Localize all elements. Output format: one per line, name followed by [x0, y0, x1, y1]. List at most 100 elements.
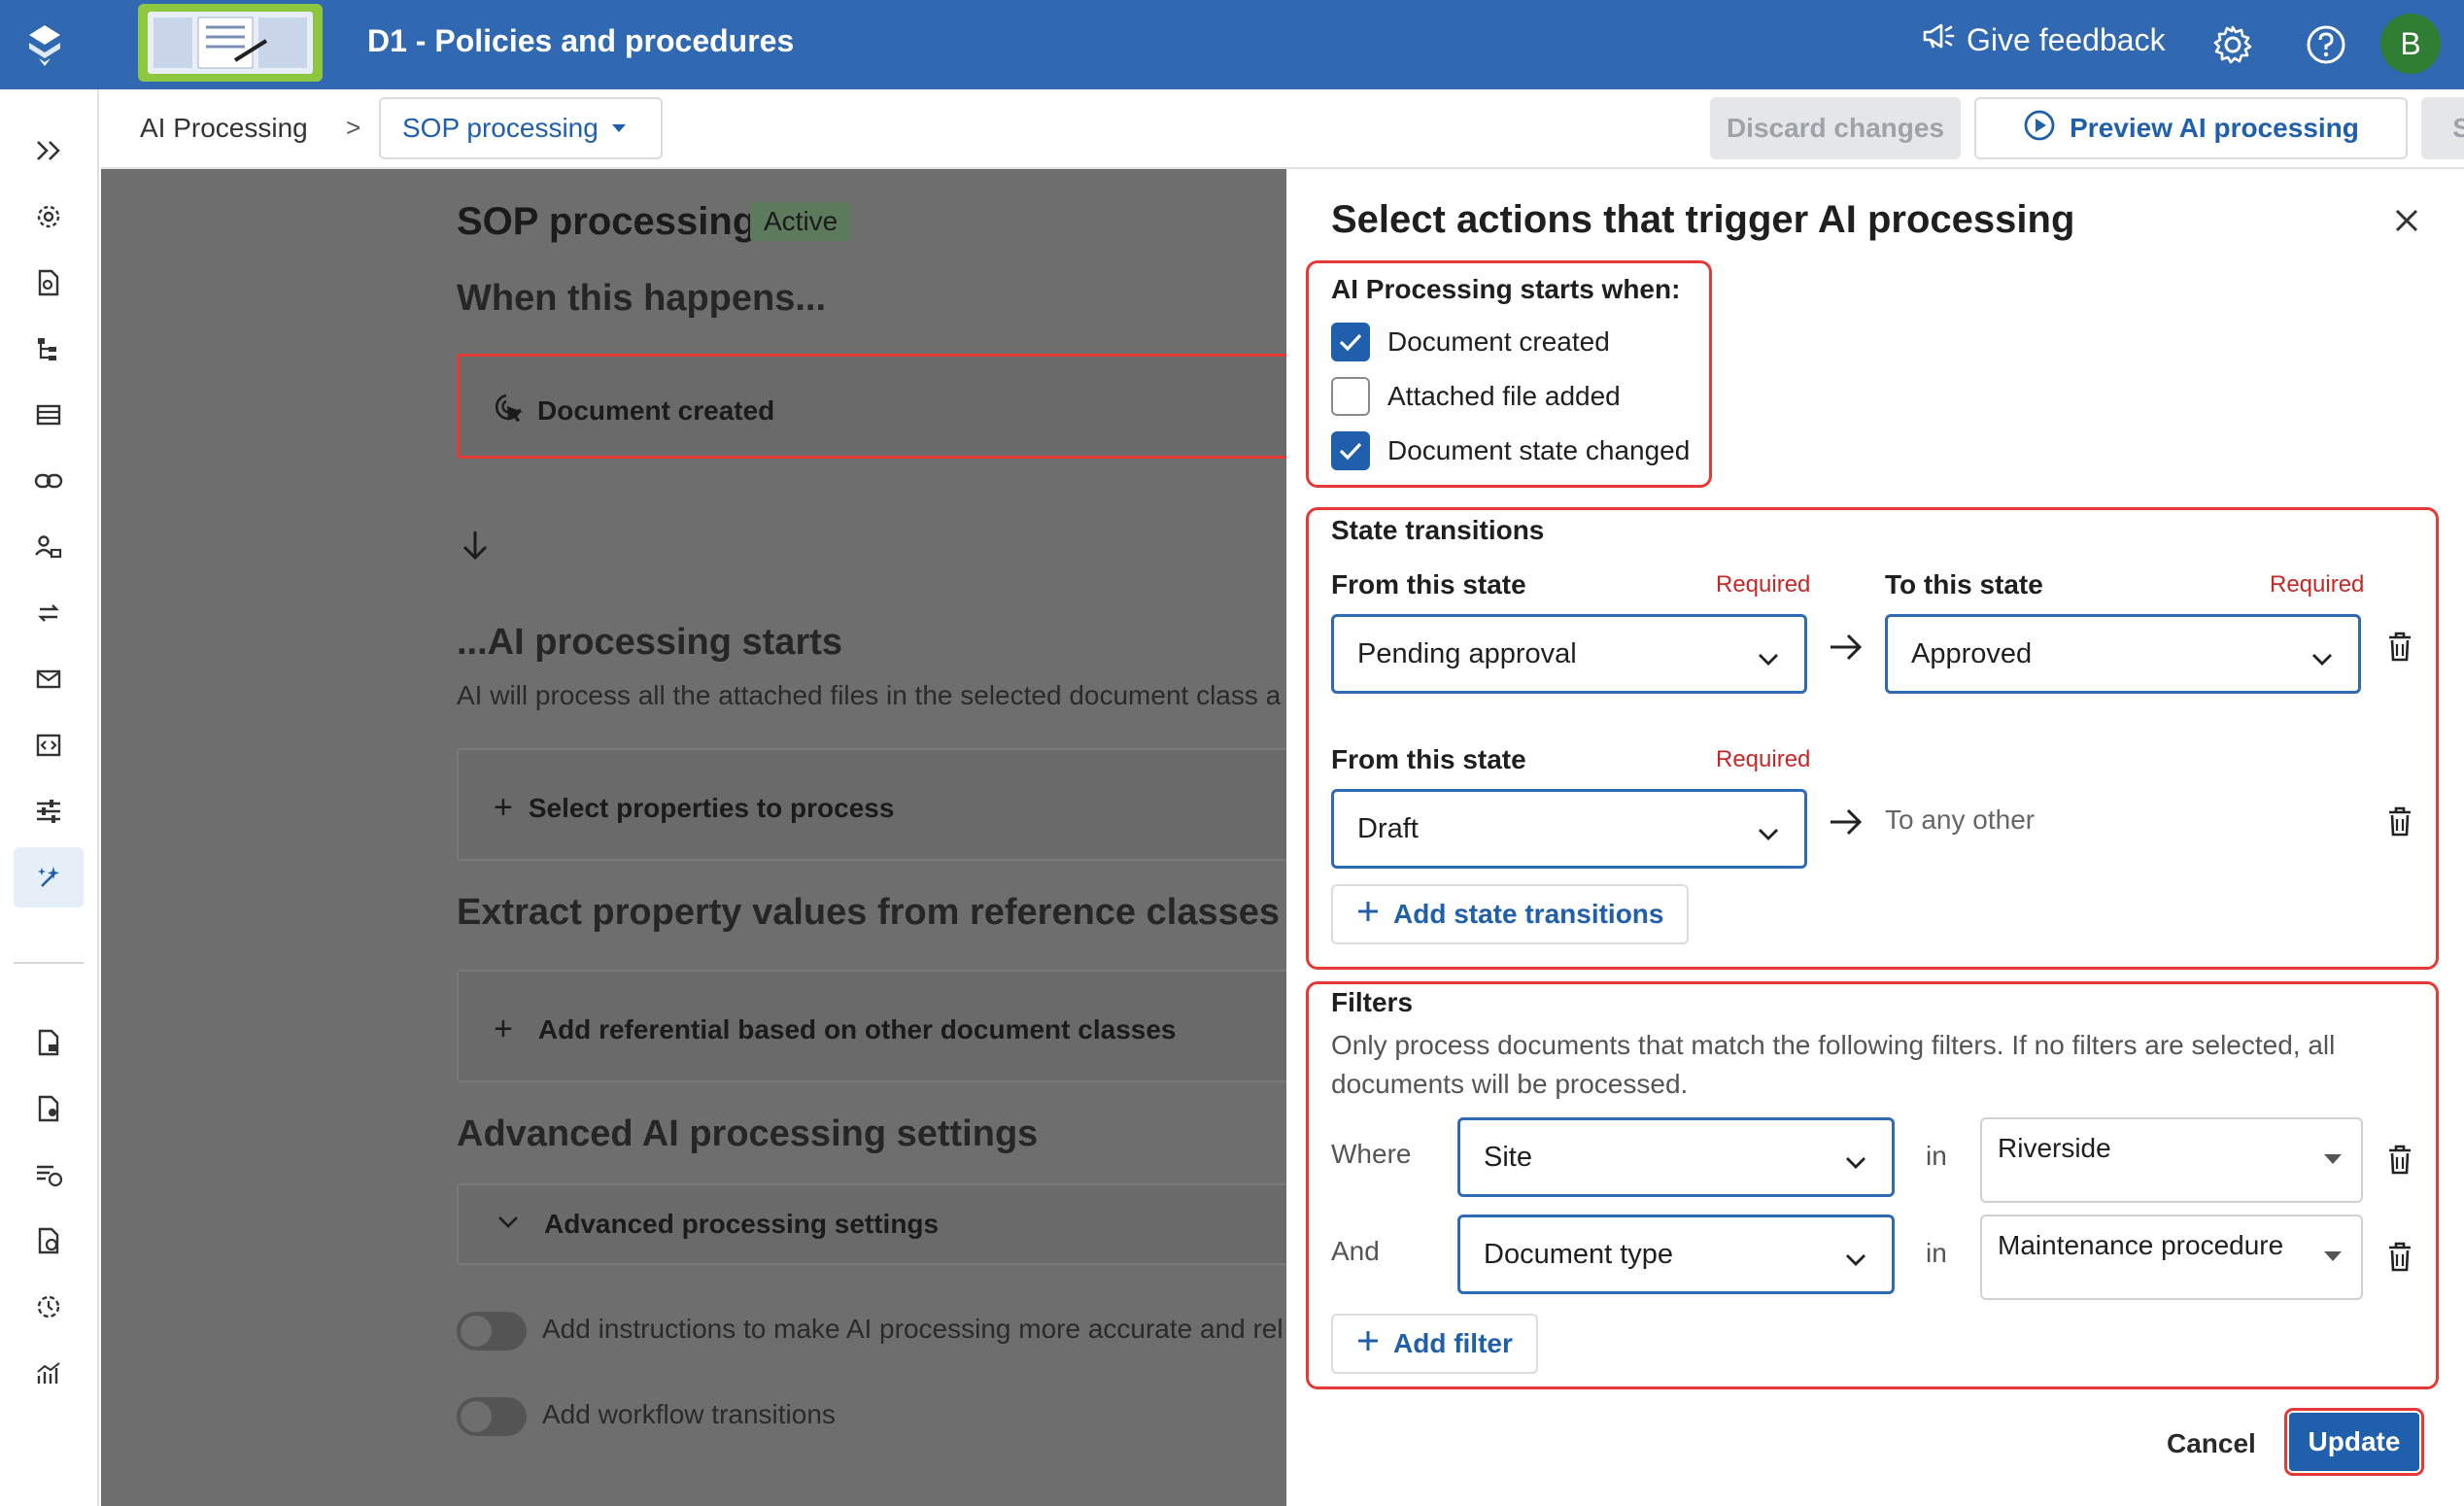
required-indicator: Required — [2270, 571, 2365, 598]
breadcrumb-separator: > — [346, 113, 361, 142]
chevron-down-icon — [2311, 642, 2333, 674]
save-button[interactable]: Save — [2421, 97, 2464, 159]
arrow-right-icon — [1825, 626, 1867, 668]
breadcrumb-current-label: SOP processing — [402, 113, 599, 143]
breadcrumb-current-dropdown[interactable]: SOP processing — [379, 97, 663, 159]
discard-changes-button[interactable]: Discard changes — [1710, 97, 1961, 159]
trash-icon[interactable] — [2378, 626, 2421, 668]
filter-conjunction: And — [1331, 1236, 1380, 1266]
preview-ai-processing-button[interactable]: Preview AI processing — [1974, 97, 2408, 159]
update-button[interactable]: Update — [2284, 1408, 2424, 1476]
close-icon[interactable] — [2384, 198, 2429, 243]
extract-heading: Extract property values from reference c… — [457, 892, 1280, 933]
settings-icon[interactable] — [14, 187, 84, 247]
trash-icon[interactable] — [2378, 1139, 2421, 1181]
checkbox-checked-icon[interactable] — [1331, 323, 1370, 361]
trash-icon[interactable] — [2378, 801, 2421, 843]
settings-gear-icon[interactable] — [2209, 21, 2256, 68]
add-referential-label: Add referential based on other document … — [537, 1013, 1177, 1044]
chevron-down-icon — [497, 1215, 519, 1234]
filter-value: Riverside — [1998, 1133, 2111, 1163]
advanced-settings-accordion[interactable]: Advanced processing settings — [457, 1183, 1286, 1265]
hierarchy-icon[interactable] — [14, 319, 84, 379]
instructions-toggle[interactable] — [457, 1312, 527, 1351]
add-referential-card[interactable]: + Add referential based on other documen… — [457, 970, 1286, 1082]
rail-divider — [14, 962, 84, 964]
advanced-settings-label: Advanced processing settings — [544, 1209, 940, 1239]
ai-processing-description: AI will process all the attached files i… — [457, 680, 1282, 710]
from-state-value: Draft — [1357, 812, 1419, 844]
required-indicator: Required — [1716, 746, 1811, 772]
document-user-icon[interactable] — [14, 1078, 84, 1139]
checkbox-unchecked-icon[interactable] — [1331, 377, 1370, 416]
ai-processing-heading: ...AI processing starts — [457, 622, 843, 663]
help-icon[interactable] — [2303, 21, 2349, 68]
from-state-select-2[interactable]: Draft — [1331, 789, 1807, 869]
app-logo-icon[interactable] — [0, 0, 89, 89]
when-heading: When this happens... — [457, 278, 827, 319]
plus-icon — [1356, 899, 1380, 930]
filter-value-select[interactable]: Riverside — [1980, 1117, 2363, 1203]
give-feedback-button[interactable]: Give feedback — [1922, 21, 2166, 58]
filter-field-select[interactable]: Document type — [1457, 1215, 1895, 1294]
megaphone-icon — [1922, 21, 1955, 58]
cancel-button[interactable]: Cancel — [2147, 1415, 2276, 1473]
trigger-document-state-changed[interactable]: Document state changed — [1331, 431, 1690, 470]
preview-label: Preview AI processing — [2070, 113, 2359, 143]
add-state-transitions-label: Add state transitions — [1393, 899, 1664, 929]
trigger-card: Document created — [457, 354, 1286, 459]
vault-thumbnail[interactable] — [138, 4, 323, 82]
checkbox-checked-icon[interactable] — [1331, 431, 1370, 470]
filter-field-select[interactable]: Site — [1457, 1117, 1895, 1197]
workflow-transitions-toggle-label: Add workflow transitions — [542, 1399, 836, 1429]
list-icon[interactable] — [14, 385, 84, 445]
analytics-icon[interactable] — [14, 1343, 84, 1403]
select-properties-card[interactable]: + Select properties to process — [457, 748, 1286, 861]
trash-icon[interactable] — [2378, 1236, 2421, 1279]
document-search-icon[interactable] — [14, 253, 84, 313]
left-navigation-rail — [0, 89, 99, 1506]
breadcrumb: AI Processing > SOP processing Discard c… — [101, 89, 2464, 169]
user-avatar[interactable]: B — [2380, 14, 2441, 74]
instructions-toggle-label: Add instructions to make AI processing m… — [542, 1314, 1283, 1344]
trigger-attached-file-added[interactable]: Attached file added — [1331, 377, 1621, 416]
sync-icon[interactable] — [14, 583, 84, 643]
to-state-label: To this state — [1885, 569, 2043, 599]
plus-icon: + — [494, 789, 513, 826]
select-properties-label: Select properties to process — [528, 792, 895, 823]
filters-heading: Filters — [1331, 987, 1414, 1017]
user-group-icon[interactable] — [14, 517, 84, 577]
sliders-icon[interactable] — [14, 781, 84, 841]
to-any-other-text: To any other — [1885, 804, 2036, 835]
trigger-label: Attached file added — [1387, 381, 1621, 411]
expand-icon[interactable] — [14, 120, 84, 181]
history-icon[interactable] — [14, 1277, 84, 1337]
from-state-select[interactable]: Pending approval — [1331, 614, 1807, 694]
filters-description: Only process documents that match the fo… — [1331, 1030, 2336, 1099]
trigger-actions-drawer: Select actions that trigger AI processin… — [1286, 169, 2464, 1506]
to-state-select[interactable]: Approved — [1885, 614, 2361, 694]
trigger-document-created[interactable]: Document created — [1331, 323, 1610, 361]
link-icon[interactable] — [14, 451, 84, 511]
add-filter-button[interactable]: Add filter — [1331, 1314, 1538, 1374]
from-state-label: From this state — [1331, 569, 1526, 599]
breadcrumb-root[interactable]: AI Processing — [140, 113, 308, 144]
mail-icon[interactable] — [14, 649, 84, 709]
plus-icon — [1356, 1328, 1380, 1359]
filter-operator: in — [1926, 1238, 1947, 1268]
trigger-label: Document state changed — [1387, 435, 1691, 465]
ai-sparkle-icon[interactable] — [14, 847, 84, 907]
caret-down-icon — [2324, 1154, 2342, 1164]
document-lock-icon[interactable] — [14, 1012, 84, 1073]
code-icon[interactable] — [14, 715, 84, 775]
play-circle-icon — [2023, 109, 2056, 149]
workflow-transitions-toggle[interactable] — [457, 1397, 527, 1436]
document-clock-icon[interactable] — [14, 1211, 84, 1271]
filter-value-select[interactable]: Maintenance procedure — [1980, 1215, 2363, 1300]
add-state-transitions-button[interactable]: Add state transitions — [1331, 884, 1690, 944]
from-state-label: From this state — [1331, 744, 1526, 774]
drawer-title: Select actions that trigger AI processin… — [1331, 198, 2075, 241]
list-clock-icon[interactable] — [14, 1145, 84, 1205]
advanced-heading: Advanced AI processing settings — [457, 1113, 1039, 1154]
chevron-down-icon — [1845, 1146, 1866, 1178]
